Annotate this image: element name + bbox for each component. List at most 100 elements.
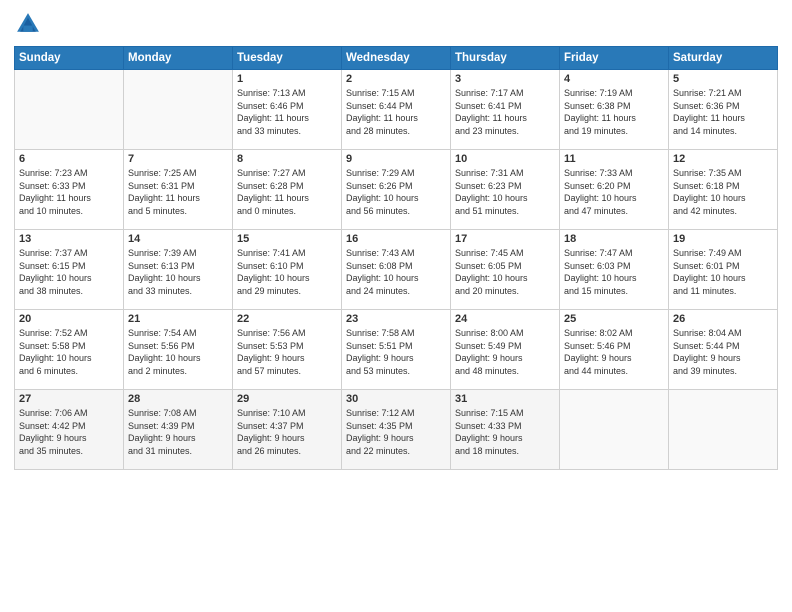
day-number-3-3: 23 [346, 313, 446, 325]
header-wednesday: Wednesday [342, 47, 451, 70]
week-row-2: 13 Sunrise: 7:37 AM Sunset: 6:15 PM Dayli… [15, 230, 778, 310]
day-cell-2-6: 19 Sunrise: 7:49 AM Sunset: 6:01 PM Dayli… [669, 230, 778, 310]
day-cell-4-3: 30 Sunrise: 7:12 AM Sunset: 4:35 PM Dayli… [342, 390, 451, 470]
day-info-3-3: Sunrise: 7:58 AM Sunset: 5:51 PM Dayligh… [346, 327, 446, 377]
day-info-1-0: Sunrise: 7:23 AM Sunset: 6:33 PM Dayligh… [19, 167, 119, 217]
header-saturday: Saturday [669, 47, 778, 70]
calendar-header-row: Sunday Monday Tuesday Wednesday Thursday… [15, 47, 778, 70]
day-number-0-6: 5 [673, 73, 773, 85]
day-info-2-6: Sunrise: 7:49 AM Sunset: 6:01 PM Dayligh… [673, 247, 773, 297]
day-number-1-6: 12 [673, 153, 773, 165]
day-number-2-2: 15 [237, 233, 337, 245]
day-cell-1-6: 12 Sunrise: 7:35 AM Sunset: 6:18 PM Dayli… [669, 150, 778, 230]
day-number-3-0: 20 [19, 313, 119, 325]
day-info-2-1: Sunrise: 7:39 AM Sunset: 6:13 PM Dayligh… [128, 247, 228, 297]
logo-icon [14, 10, 42, 38]
day-info-2-3: Sunrise: 7:43 AM Sunset: 6:08 PM Dayligh… [346, 247, 446, 297]
day-cell-1-2: 8Sunrise: 7:27 AM Sunset: 6:28 PM Daylig… [233, 150, 342, 230]
week-row-1: 6 Sunrise: 7:23 AM Sunset: 6:33 PM Daylig… [15, 150, 778, 230]
day-info-2-5: Sunrise: 7:47 AM Sunset: 6:03 PM Dayligh… [564, 247, 664, 297]
day-info-3-4: Sunrise: 8:00 AM Sunset: 5:49 PM Dayligh… [455, 327, 555, 377]
day-info-0-5: Sunrise: 7:19 AM Sunset: 6:38 PM Dayligh… [564, 87, 664, 137]
header-sunday: Sunday [15, 47, 124, 70]
week-row-4: 27 Sunrise: 7:06 AM Sunset: 4:42 PM Dayli… [15, 390, 778, 470]
day-info-3-6: Sunrise: 8:04 AM Sunset: 5:44 PM Dayligh… [673, 327, 773, 377]
day-info-1-2: Sunrise: 7:27 AM Sunset: 6:28 PM Dayligh… [237, 167, 337, 217]
day-number-1-0: 6 [19, 153, 119, 165]
day-number-0-3: 2 [346, 73, 446, 85]
day-number-4-2: 29 [237, 393, 337, 405]
day-info-1-5: Sunrise: 7:33 AM Sunset: 6:20 PM Dayligh… [564, 167, 664, 217]
day-cell-3-2: 22 Sunrise: 7:56 AM Sunset: 5:53 PM Dayli… [233, 310, 342, 390]
day-info-4-2: Sunrise: 7:10 AM Sunset: 4:37 PM Dayligh… [237, 407, 337, 457]
day-number-4-4: 31 [455, 393, 555, 405]
day-number-1-4: 10 [455, 153, 555, 165]
day-number-4-3: 30 [346, 393, 446, 405]
day-number-2-4: 17 [455, 233, 555, 245]
day-info-0-2: Sunrise: 7:13 AM Sunset: 6:46 PM Dayligh… [237, 87, 337, 137]
day-number-1-3: 9 [346, 153, 446, 165]
day-number-4-1: 28 [128, 393, 228, 405]
header-tuesday: Tuesday [233, 47, 342, 70]
day-cell-1-5: 11 Sunrise: 7:33 AM Sunset: 6:20 PM Dayli… [560, 150, 669, 230]
day-number-2-0: 13 [19, 233, 119, 245]
day-info-0-4: Sunrise: 7:17 AM Sunset: 6:41 PM Dayligh… [455, 87, 555, 137]
day-info-0-6: Sunrise: 7:21 AM Sunset: 6:36 PM Dayligh… [673, 87, 773, 137]
day-info-4-0: Sunrise: 7:06 AM Sunset: 4:42 PM Dayligh… [19, 407, 119, 457]
day-cell-0-3: 2 Sunrise: 7:15 AM Sunset: 6:44 PM Daylig… [342, 70, 451, 150]
day-number-1-5: 11 [564, 153, 664, 165]
day-cell-4-1: 28 Sunrise: 7:08 AM Sunset: 4:39 PM Dayli… [124, 390, 233, 470]
day-number-2-6: 19 [673, 233, 773, 245]
day-info-4-4: Sunrise: 7:15 AM Sunset: 4:33 PM Dayligh… [455, 407, 555, 457]
day-cell-2-0: 13 Sunrise: 7:37 AM Sunset: 6:15 PM Dayli… [15, 230, 124, 310]
day-cell-2-3: 16Sunrise: 7:43 AM Sunset: 6:08 PM Dayli… [342, 230, 451, 310]
day-cell-0-4: 3 Sunrise: 7:17 AM Sunset: 6:41 PM Daylig… [451, 70, 560, 150]
day-info-3-1: Sunrise: 7:54 AM Sunset: 5:56 PM Dayligh… [128, 327, 228, 377]
day-number-3-5: 25 [564, 313, 664, 325]
day-info-1-4: Sunrise: 7:31 AM Sunset: 6:23 PM Dayligh… [455, 167, 555, 217]
day-cell-3-5: 25Sunrise: 8:02 AM Sunset: 5:46 PM Dayli… [560, 310, 669, 390]
day-cell-3-6: 26 Sunrise: 8:04 AM Sunset: 5:44 PM Dayli… [669, 310, 778, 390]
day-cell-0-2: 1Sunrise: 7:13 AM Sunset: 6:46 PM Daylig… [233, 70, 342, 150]
day-cell-1-4: 10 Sunrise: 7:31 AM Sunset: 6:23 PM Dayli… [451, 150, 560, 230]
day-info-2-0: Sunrise: 7:37 AM Sunset: 6:15 PM Dayligh… [19, 247, 119, 297]
day-info-1-6: Sunrise: 7:35 AM Sunset: 6:18 PM Dayligh… [673, 167, 773, 217]
day-cell-2-2: 15Sunrise: 7:41 AM Sunset: 6:10 PM Dayli… [233, 230, 342, 310]
day-cell-3-1: 21Sunrise: 7:54 AM Sunset: 5:56 PM Dayli… [124, 310, 233, 390]
calendar-table: Sunday Monday Tuesday Wednesday Thursday… [14, 46, 778, 470]
day-info-1-1: Sunrise: 7:25 AM Sunset: 6:31 PM Dayligh… [128, 167, 228, 217]
day-info-0-3: Sunrise: 7:15 AM Sunset: 6:44 PM Dayligh… [346, 87, 446, 137]
day-info-3-2: Sunrise: 7:56 AM Sunset: 5:53 PM Dayligh… [237, 327, 337, 377]
day-cell-0-6: 5 Sunrise: 7:21 AM Sunset: 6:36 PM Daylig… [669, 70, 778, 150]
day-cell-0-0 [15, 70, 124, 150]
day-cell-2-5: 18 Sunrise: 7:47 AM Sunset: 6:03 PM Dayli… [560, 230, 669, 310]
day-info-4-3: Sunrise: 7:12 AM Sunset: 4:35 PM Dayligh… [346, 407, 446, 457]
day-number-2-1: 14 [128, 233, 228, 245]
logo [14, 10, 46, 38]
day-cell-3-4: 24Sunrise: 8:00 AM Sunset: 5:49 PM Dayli… [451, 310, 560, 390]
week-row-0: 1Sunrise: 7:13 AM Sunset: 6:46 PM Daylig… [15, 70, 778, 150]
day-cell-3-3: 23 Sunrise: 7:58 AM Sunset: 5:51 PM Dayli… [342, 310, 451, 390]
day-number-0-4: 3 [455, 73, 555, 85]
day-info-3-0: Sunrise: 7:52 AM Sunset: 5:58 PM Dayligh… [19, 327, 119, 377]
day-number-2-5: 18 [564, 233, 664, 245]
day-cell-4-2: 29 Sunrise: 7:10 AM Sunset: 4:37 PM Dayli… [233, 390, 342, 470]
header-thursday: Thursday [451, 47, 560, 70]
day-cell-4-6 [669, 390, 778, 470]
day-cell-0-5: 4 Sunrise: 7:19 AM Sunset: 6:38 PM Daylig… [560, 70, 669, 150]
day-number-3-6: 26 [673, 313, 773, 325]
day-info-1-3: Sunrise: 7:29 AM Sunset: 6:26 PM Dayligh… [346, 167, 446, 217]
day-info-4-1: Sunrise: 7:08 AM Sunset: 4:39 PM Dayligh… [128, 407, 228, 457]
day-cell-1-3: 9 Sunrise: 7:29 AM Sunset: 6:26 PM Daylig… [342, 150, 451, 230]
day-cell-4-5 [560, 390, 669, 470]
day-cell-3-0: 20 Sunrise: 7:52 AM Sunset: 5:58 PM Dayli… [15, 310, 124, 390]
calendar-page: Sunday Monday Tuesday Wednesday Thursday… [0, 0, 792, 612]
day-number-0-5: 4 [564, 73, 664, 85]
page-header [14, 10, 778, 38]
day-cell-2-1: 14 Sunrise: 7:39 AM Sunset: 6:13 PM Dayli… [124, 230, 233, 310]
day-number-4-0: 27 [19, 393, 119, 405]
header-monday: Monday [124, 47, 233, 70]
day-number-3-2: 22 [237, 313, 337, 325]
header-friday: Friday [560, 47, 669, 70]
day-number-1-1: 7 [128, 153, 228, 165]
